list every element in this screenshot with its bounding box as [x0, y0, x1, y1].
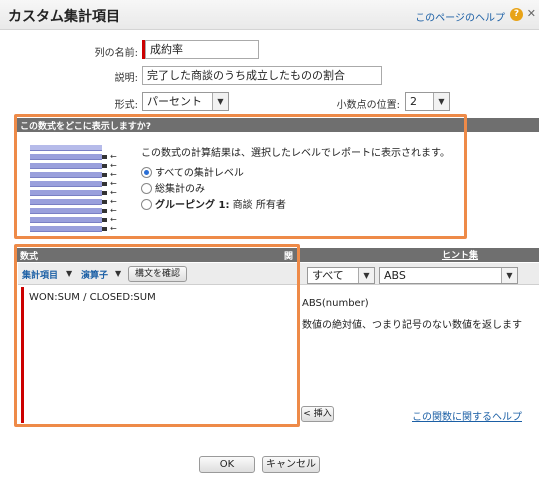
insert-button[interactable]: < 挿入	[301, 406, 334, 422]
description-label: 説明:	[114, 73, 138, 84]
page-title: カスタム集計項目	[8, 9, 120, 25]
format-select[interactable]: パーセント ▼	[142, 92, 229, 111]
chevron-down-icon: ▼	[212, 93, 228, 110]
function-select[interactable]: ABS ▼	[379, 267, 518, 284]
functions-section-header	[300, 248, 539, 262]
function-category-value: すべて	[312, 269, 344, 282]
custom-summary-dialog: カスタム集計項目 このページのヘルプ ? ✕ 列の名前: 成約率 説明: 完了し…	[0, 0, 539, 480]
title-bar: カスタム集計項目 このページのヘルプ ? ✕	[0, 0, 539, 30]
format-label: 形式:	[114, 100, 138, 111]
hints-link[interactable]: ヒント集	[442, 248, 478, 261]
decimal-label: 小数点の位置:	[336, 100, 400, 111]
function-select-value: ABS	[384, 269, 406, 282]
close-icon[interactable]: ✕	[527, 7, 536, 20]
chevron-down-icon: ▼	[358, 268, 374, 283]
chevron-down-icon: ▼	[501, 268, 517, 283]
column-name-input[interactable]: 成約率	[145, 40, 259, 59]
function-help-link[interactable]: この関数に関するヘルプ	[412, 408, 522, 423]
column-name-label: 列の名前:	[94, 48, 138, 59]
help-icon[interactable]: ?	[510, 8, 523, 21]
cancel-button[interactable]: キャンセル	[262, 456, 320, 473]
format-select-value: パーセント	[147, 95, 202, 108]
decimal-select-value: 2	[410, 95, 417, 108]
function-description: 数値の絶対値、つまり記号のない数値を返します	[302, 320, 522, 331]
function-signature: ABS(number)	[302, 298, 369, 309]
decimal-select[interactable]: 2 ▼	[405, 92, 450, 111]
function-category-select[interactable]: すべて ▼	[307, 267, 375, 284]
formula-section-highlight	[14, 244, 300, 427]
display-section-highlight	[14, 114, 467, 239]
ok-button[interactable]: OK	[199, 456, 255, 473]
page-help-link[interactable]: このページのヘルプ	[415, 9, 505, 24]
chevron-down-icon: ▼	[433, 93, 449, 110]
description-input[interactable]: 完了した商談のうち成立したものの割合	[142, 66, 382, 85]
